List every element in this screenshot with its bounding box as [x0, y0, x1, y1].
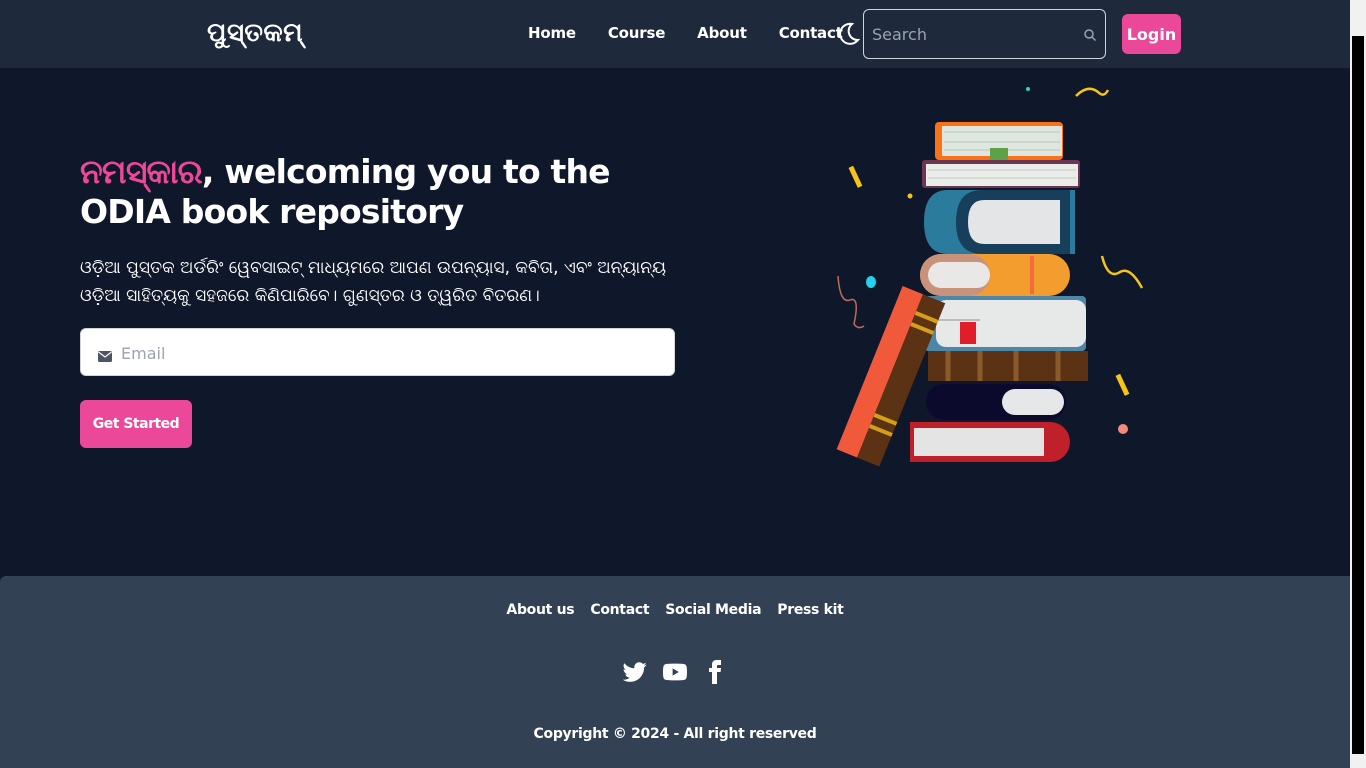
nav-home[interactable]: Home [512, 22, 592, 44]
login-button[interactable]: Login [1122, 14, 1181, 54]
twitter-icon[interactable] [622, 660, 647, 684]
footer-link-press-kit[interactable]: Press kit [769, 602, 851, 618]
footer-nav: About us Contact Social Media Press kit [0, 602, 1350, 618]
footer-link-social-media[interactable]: Social Media [657, 602, 769, 618]
search-icon[interactable] [1083, 27, 1097, 42]
scrollbar-thumb[interactable] [1352, 36, 1364, 754]
facebook-icon[interactable] [703, 660, 727, 684]
search-box [863, 9, 1106, 59]
footer-link-about-us[interactable]: About us [498, 602, 582, 618]
moon-icon[interactable] [834, 20, 862, 48]
hero-title: ନମସ୍କାର, welcoming you to the ODIA book … [80, 152, 680, 232]
books-illustration [836, 87, 1144, 467]
hero-description: ଓଡ଼ିଆ ପୁସ୍ତକ ଅର୍ଡରିଂ ୱେବସାଇଟ୍ ମାଧ୍ୟମରେ ଆ… [80, 258, 666, 306]
navbar: ପୁସ୍ତକମ୍ Home Course About Contact Login [0, 0, 1350, 68]
email-field[interactable] [121, 340, 661, 366]
social-links [0, 660, 1350, 684]
site-logo[interactable]: ପୁସ୍ତକମ୍ [207, 16, 303, 50]
email-field-wrapper [80, 328, 675, 376]
nav-about[interactable]: About [681, 22, 763, 44]
nav-course[interactable]: Course [592, 22, 681, 44]
nav-menu: Home Course About Contact [512, 22, 859, 44]
footer: About us Contact Social Media Press kit … [0, 576, 1350, 768]
footer-link-contact[interactable]: Contact [582, 602, 657, 618]
youtube-icon[interactable] [663, 660, 687, 684]
hero-title-accent: ନମସ୍କାର [80, 152, 203, 191]
search-input[interactable] [872, 22, 1072, 46]
scrollbar[interactable] [1350, 0, 1366, 768]
copyright-text: Copyright © 2024 - All right reserved [533, 726, 817, 742]
mail-icon [98, 347, 112, 362]
get-started-button[interactable]: Get Started [80, 400, 192, 448]
